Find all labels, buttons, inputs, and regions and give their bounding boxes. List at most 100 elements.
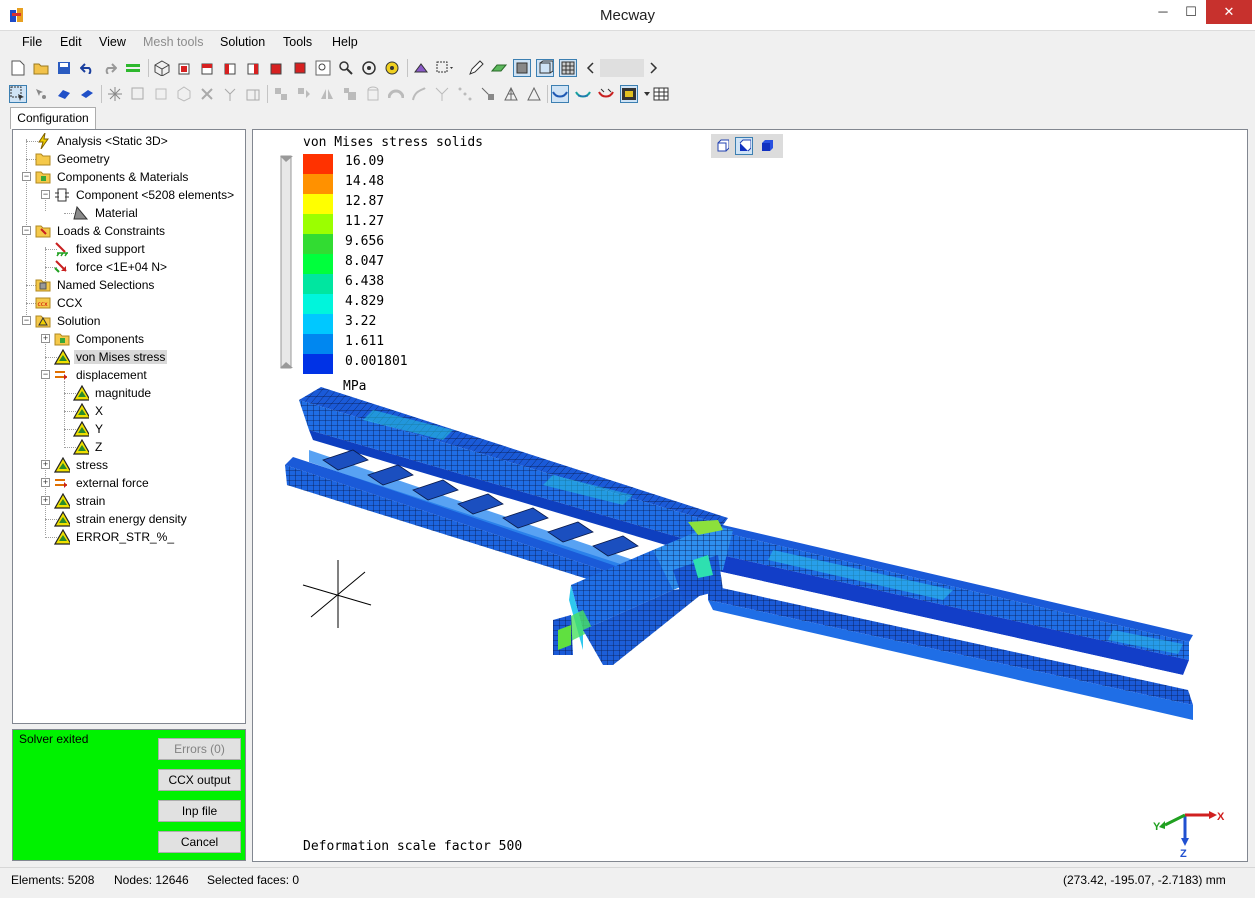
view-left-icon[interactable] [222,59,240,77]
expander-displacement[interactable]: − [41,370,50,379]
edit-icon[interactable] [467,59,485,77]
menu-file[interactable]: File [22,35,42,49]
expander-solution[interactable]: − [22,316,31,325]
add-element-icon[interactable] [129,85,147,103]
redo-icon[interactable] [101,59,119,77]
sweep-icon[interactable] [387,85,405,103]
tree-item-geometry[interactable]: Geometry [35,150,112,168]
tab-configuration[interactable]: Configuration [10,107,96,129]
menu-view[interactable]: View [99,35,126,49]
view-bottom-icon[interactable] [291,59,309,77]
select-mode-icon[interactable] [435,59,453,77]
view-front-icon[interactable] [176,59,194,77]
tree-item-error-str[interactable]: ERROR_STR_%_ [54,528,176,546]
pan-icon[interactable] [383,59,401,77]
triangle-icon[interactable] [525,85,543,103]
expander-stress[interactable]: + [41,460,50,469]
revolve-icon[interactable] [364,85,382,103]
scroll-right-icon[interactable] [644,59,662,77]
save-icon[interactable] [55,59,73,77]
view-right-icon[interactable] [245,59,263,77]
expander-component[interactable]: − [41,190,50,199]
view-back-icon[interactable] [199,59,217,77]
bend-icon[interactable] [410,85,428,103]
merge-nodes-icon[interactable] [433,85,451,103]
tree-item-ccx[interactable]: ccx CCX [35,294,84,312]
menu-tools[interactable]: Tools [283,35,312,49]
shaded-view-icon[interactable] [513,59,531,77]
split-icon[interactable] [221,85,239,103]
select-elements-icon[interactable] [9,85,27,103]
minimize-button[interactable]: ─ [1150,0,1176,24]
rotate-icon[interactable] [360,59,378,77]
new-file-icon[interactable] [9,59,27,77]
mesh-lines-icon[interactable] [559,59,577,77]
open-folder-icon[interactable] [32,59,50,77]
tree-item-named-selections[interactable]: Named Selections [35,276,156,294]
tree-item-von-mises[interactable]: von Mises stress [54,348,168,366]
tree-item-strain[interactable]: strain [54,492,107,510]
outline-view-icon[interactable] [713,137,731,155]
tree-item-force[interactable]: force <1E+04 N> [54,258,169,276]
tree-item-external-force[interactable]: external force [54,474,151,492]
tree-item-z[interactable]: Z [73,438,104,456]
mirror-icon[interactable] [318,85,336,103]
expander-components-materials[interactable]: − [22,172,31,181]
tree-item-fixed-support[interactable]: fixed support [54,240,147,258]
solid-view-icon[interactable] [735,137,753,155]
expander-loads-constraints[interactable]: − [22,226,31,235]
tree-item-analysis[interactable]: Analysis <Static 3D> [35,132,170,150]
project-icon[interactable] [479,85,497,103]
surface-icon[interactable] [490,59,508,77]
tree-item-stress[interactable]: stress [54,456,110,474]
zoom-fit-icon[interactable] [314,59,332,77]
solid-element-icon[interactable] [175,85,193,103]
wireframe-view-icon[interactable] [536,59,554,77]
tree-item-material[interactable]: Material [73,204,140,222]
mesh-view-icon[interactable] [412,59,430,77]
menu-mesh-tools[interactable]: Mesh tools [143,35,203,49]
table-icon[interactable] [652,85,670,103]
select-faces-icon[interactable] [55,85,73,103]
tree-item-sol-components[interactable]: Components [54,330,146,348]
translate-icon[interactable] [272,85,290,103]
shaded-solid-icon[interactable] [757,137,775,155]
tree-item-magnitude[interactable]: magnitude [73,384,153,402]
select-nodes-icon[interactable] [32,85,50,103]
contour-icon[interactable] [574,85,592,103]
delete-icon[interactable] [198,85,216,103]
select-edges-icon[interactable] [78,85,96,103]
expander-external-force[interactable]: + [41,478,50,487]
view-iso-icon[interactable] [153,59,171,77]
tree-item-strain-energy[interactable]: strain energy density [54,510,189,528]
tree-item-x[interactable]: X [73,402,105,420]
refresh-icon[interactable] [124,59,142,77]
menu-help[interactable]: Help [332,35,358,49]
close-button[interactable]: ✕ [1206,0,1252,24]
deformed-shape-icon[interactable] [551,85,569,103]
maximize-button[interactable]: ☐ [1178,0,1204,24]
rotate-element-icon[interactable] [295,85,313,103]
model-render[interactable]: X Y Z [253,130,1248,862]
tree-item-y[interactable]: Y [73,420,105,438]
hex-element-icon[interactable] [152,85,170,103]
vector-plot-icon[interactable] [597,85,615,103]
explode-icon[interactable] [106,85,124,103]
scale-icon[interactable] [341,85,359,103]
tree-item-component[interactable]: Component <5208 elements> [54,186,236,204]
cancel-button[interactable]: Cancel [158,831,241,853]
tree-item-components-materials[interactable]: Components & Materials [35,168,190,186]
errors-button[interactable]: Errors (0) [158,738,241,760]
scroll-left-icon[interactable] [582,59,600,77]
menu-solution[interactable]: Solution [220,35,265,49]
extrude-icon[interactable] [244,85,262,103]
tree-item-displacement[interactable]: displacement [54,366,149,384]
tree-item-loads-constraints[interactable]: Loads & Constraints [35,222,167,240]
3d-viewport[interactable]: X Y Z von Mises stress solids 16.09 14.48… [252,129,1248,862]
view-top-icon[interactable] [268,59,286,77]
ccx-output-button[interactable]: CCX output [158,769,241,791]
zoom-icon[interactable] [337,59,355,77]
undo-icon[interactable] [78,59,96,77]
expander-strain[interactable]: + [41,496,50,505]
expander-sol-components[interactable]: + [41,334,50,343]
